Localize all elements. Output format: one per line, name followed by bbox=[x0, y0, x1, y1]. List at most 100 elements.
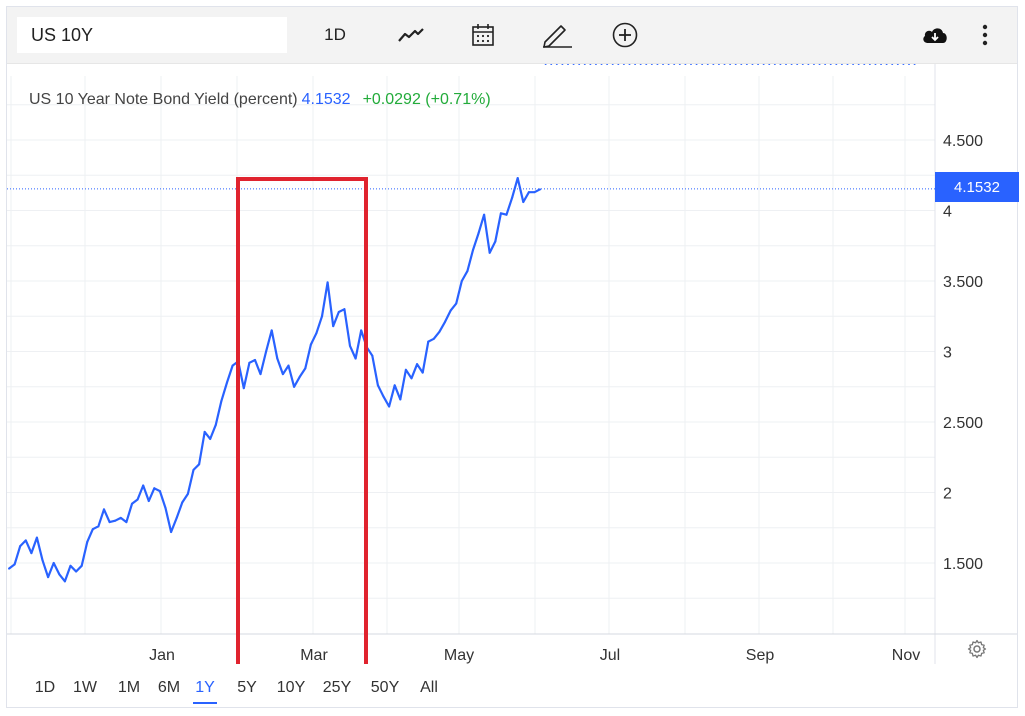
data-point bbox=[270, 329, 273, 332]
data-point bbox=[494, 240, 497, 243]
pencil-icon[interactable] bbox=[537, 17, 577, 53]
legend-series-name: US 10 Year Note Bond Yield (percent) bbox=[29, 91, 298, 108]
data-point bbox=[885, 64, 888, 65]
data-point bbox=[617, 64, 620, 65]
data-point bbox=[242, 387, 245, 390]
data-point bbox=[186, 492, 189, 495]
data-point bbox=[785, 64, 788, 65]
data-point bbox=[907, 64, 910, 65]
cloud-download-icon[interactable] bbox=[917, 17, 953, 53]
data-point bbox=[231, 364, 234, 367]
data-point bbox=[902, 64, 905, 65]
data-point bbox=[63, 580, 66, 583]
data-point bbox=[399, 398, 402, 401]
data-point bbox=[533, 191, 536, 194]
last-price-tag: 4.1532 bbox=[935, 172, 1019, 202]
data-point bbox=[47, 576, 50, 579]
data-point bbox=[896, 64, 899, 65]
data-point bbox=[360, 329, 363, 332]
data-point bbox=[589, 64, 592, 65]
data-point bbox=[796, 64, 799, 65]
range-button-10y[interactable]: 10Y bbox=[273, 674, 309, 702]
range-button-1d[interactable]: 1D bbox=[31, 674, 59, 702]
data-point bbox=[30, 552, 33, 555]
data-point bbox=[634, 64, 637, 65]
data-point bbox=[516, 177, 519, 180]
data-point bbox=[130, 502, 133, 505]
range-button-50y[interactable]: 50Y bbox=[367, 674, 403, 702]
data-point bbox=[371, 354, 374, 357]
data-point bbox=[891, 64, 894, 65]
data-point bbox=[678, 64, 681, 65]
data-point bbox=[198, 463, 201, 466]
interval-button[interactable]: 1D bbox=[313, 17, 357, 53]
data-point bbox=[253, 358, 256, 361]
data-point bbox=[712, 64, 715, 65]
range-button-25y[interactable]: 25Y bbox=[319, 674, 355, 702]
data-point bbox=[158, 490, 161, 493]
data-point bbox=[544, 64, 547, 65]
data-point bbox=[840, 64, 843, 65]
data-point bbox=[583, 64, 586, 65]
data-point bbox=[499, 212, 502, 215]
range-button-1m[interactable]: 1M bbox=[115, 674, 143, 702]
data-point bbox=[868, 64, 871, 65]
data-point bbox=[751, 64, 754, 65]
data-point bbox=[259, 373, 262, 376]
data-point bbox=[75, 570, 78, 573]
data-point bbox=[807, 64, 810, 65]
data-point bbox=[35, 536, 38, 539]
line-chart-icon[interactable] bbox=[391, 17, 431, 53]
data-point bbox=[203, 430, 206, 433]
y-tick-label: 2.500 bbox=[943, 415, 983, 432]
data-point bbox=[58, 573, 61, 576]
data-point bbox=[388, 405, 391, 408]
range-button-all[interactable]: All bbox=[415, 674, 443, 702]
data-point bbox=[315, 332, 318, 335]
data-point bbox=[650, 64, 653, 65]
data-point bbox=[19, 545, 22, 548]
data-point bbox=[801, 64, 804, 65]
data-point bbox=[153, 487, 156, 490]
data-point bbox=[332, 325, 335, 328]
data-point bbox=[773, 64, 776, 65]
data-point bbox=[309, 343, 312, 346]
data-point bbox=[572, 64, 575, 65]
data-point bbox=[829, 64, 832, 65]
settings-gear-icon[interactable] bbox=[967, 639, 987, 664]
plus-circle-icon[interactable] bbox=[605, 17, 645, 53]
y-tick-label: 4 bbox=[943, 204, 952, 221]
line-chart[interactable]: 4.500 4 3.500 3 2.500 2 1.500 Jan Mar May Jul Sep No… bbox=[7, 64, 1017, 664]
data-point bbox=[689, 64, 692, 65]
data-point bbox=[170, 530, 173, 533]
data-point bbox=[192, 468, 195, 471]
data-point bbox=[812, 64, 815, 65]
data-point bbox=[667, 64, 670, 65]
range-button-6m[interactable]: 6M bbox=[155, 674, 183, 702]
data-point bbox=[740, 64, 743, 65]
data-point bbox=[846, 64, 849, 65]
data-point bbox=[684, 64, 687, 65]
data-point bbox=[550, 64, 553, 65]
data-point bbox=[790, 64, 793, 65]
data-point bbox=[622, 64, 625, 65]
calendar-icon[interactable] bbox=[463, 17, 503, 53]
data-point bbox=[818, 64, 821, 65]
range-button-1y[interactable]: 1Y bbox=[193, 674, 217, 704]
symbol-search-input[interactable] bbox=[17, 17, 287, 53]
data-point bbox=[41, 559, 44, 562]
data-point bbox=[594, 64, 597, 65]
data-point bbox=[24, 539, 27, 542]
data-point bbox=[762, 64, 765, 65]
range-button-5y[interactable]: 5Y bbox=[233, 674, 261, 702]
data-point bbox=[438, 330, 441, 333]
data-point bbox=[8, 567, 10, 570]
chart-legend: US 10 Year Note Bond Yield (percent) 4.15… bbox=[29, 91, 491, 109]
data-point bbox=[555, 64, 558, 65]
y-tick-label: 3 bbox=[943, 345, 952, 362]
data-point bbox=[874, 64, 877, 65]
range-button-1w[interactable]: 1W bbox=[71, 674, 99, 702]
data-point bbox=[281, 373, 284, 376]
data-point bbox=[852, 64, 855, 65]
more-vertical-icon[interactable] bbox=[973, 17, 997, 53]
